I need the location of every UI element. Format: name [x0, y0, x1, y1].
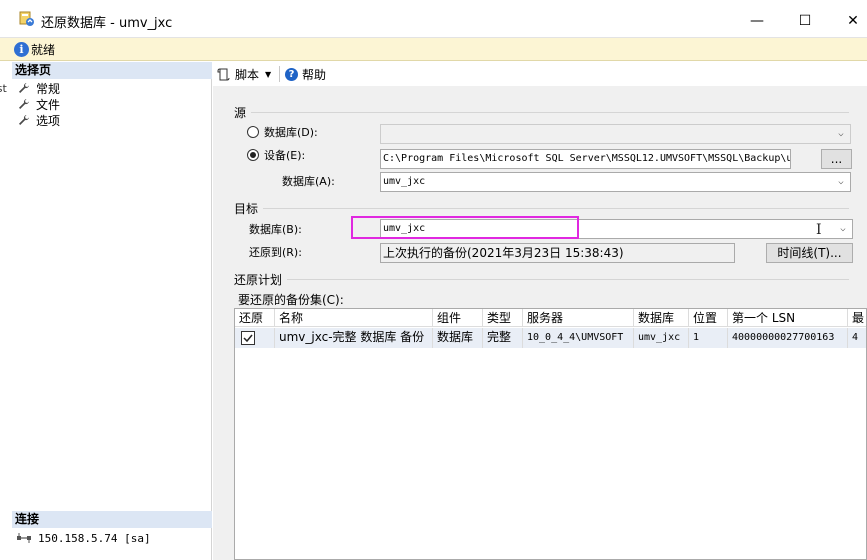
restore-to-label: 还原到(R): — [249, 246, 302, 259]
help-label: 帮助 — [302, 68, 327, 82]
restore-plan-group-line — [287, 279, 849, 280]
restore-checkbox[interactable] — [241, 331, 255, 345]
page-item-general[interactable]: 常规 — [18, 80, 60, 96]
source-database-combo: ⌵ — [380, 124, 851, 144]
browse-button[interactable]: ... — [821, 149, 852, 169]
destination-group-line — [263, 208, 849, 209]
device-path-field[interactable]: C:\Program Files\Microsoft SQL Server\MS… — [380, 149, 791, 169]
source-database-select[interactable]: umv_jxc ⌵ — [380, 172, 851, 192]
last-lsn-cell: 4 — [852, 332, 859, 343]
name-cell: umv_jxc-完整 数据库 备份 — [275, 328, 433, 348]
toolbar-separator — [279, 66, 280, 82]
source-group-line — [251, 112, 849, 113]
script-label: 脚本 — [235, 68, 260, 82]
maximize-button[interactable]: ☐ — [782, 6, 828, 36]
toolbar: 脚本 ▼ ? 帮助 — [213, 62, 867, 86]
left-edge-strip: est — [0, 62, 12, 560]
page-item-options[interactable]: 选项 — [18, 112, 60, 128]
pages-header: 选择页 — [12, 62, 212, 79]
text-cursor-icon: I — [816, 222, 822, 238]
source-database-radio-label: 数据库(D): — [264, 126, 318, 139]
column-header-component[interactable]: 组件 — [433, 309, 483, 326]
info-icon: i — [14, 42, 29, 57]
first-lsn-cell: 40000000027700163 — [728, 328, 848, 348]
source-database-radio[interactable] — [247, 126, 259, 138]
script-button[interactable]: 脚本 ▼ — [217, 66, 271, 83]
table-row[interactable]: umv_jxc-完整 数据库 备份 数据库 完整 10_0_4_4\UMVSOF… — [235, 328, 866, 348]
column-header-first-lsn[interactable]: 第一个 LSN — [728, 309, 848, 326]
database-cell: umv_jxc — [634, 328, 689, 348]
position-cell: 1 — [689, 328, 728, 348]
wrench-icon — [19, 115, 29, 125]
connection-item[interactable]: 150.158.5.74 [sa] — [16, 531, 151, 545]
destination-group-label: 目标 — [234, 202, 259, 216]
page-item-label: 文件 — [36, 97, 61, 112]
connection-icon — [17, 533, 31, 543]
column-header-position[interactable]: 位置 — [689, 309, 728, 326]
chevron-down-icon: ⌵ — [840, 224, 846, 234]
main-content: 脚本 ▼ ? 帮助 源 数据库(D): ⌵ 设备(E): C:\Program … — [213, 62, 867, 560]
backup-sets-label: 要还原的备份集(C): — [238, 293, 344, 307]
source-database-label: 数据库(A): — [282, 175, 335, 188]
column-header-restore[interactable]: 还原 — [235, 309, 275, 326]
source-group-label: 源 — [234, 106, 247, 120]
component-cell: 数据库 — [433, 328, 483, 348]
select-page-pane: 选择页 常规 文件 选项 连接 150.158.5.74 [sa] — [12, 62, 212, 560]
status-bar: i 就绪 — [0, 38, 867, 61]
connection-header: 连接 — [12, 511, 212, 528]
column-header-type[interactable]: 类型 — [483, 309, 523, 326]
chevron-down-icon: ⌵ — [838, 129, 844, 139]
backup-sets-grid[interactable]: 还原 名称 组件 类型 服务器 数据库 位置 第一个 LSN 最 umv_jxc… — [234, 308, 867, 560]
destination-database-label: 数据库(B): — [249, 223, 302, 236]
source-device-radio-label: 设备(E): — [264, 149, 306, 162]
chevron-down-icon: ⌵ — [838, 177, 844, 187]
source-device-radio[interactable] — [247, 149, 259, 161]
annotation-highlight-box — [351, 216, 579, 239]
window-title: 还原数据库 - umv_jxc — [41, 16, 173, 31]
script-icon — [217, 68, 230, 80]
timeline-button[interactable]: 时间线(T)... — [766, 243, 853, 263]
server-cell: 10_0_4_4\UMVSOFT — [523, 328, 634, 348]
column-header-last-lsn[interactable]: 最 — [848, 309, 866, 326]
left-edge-text: est — [0, 82, 7, 95]
help-icon: ? — [285, 68, 298, 81]
restore-database-icon — [19, 11, 34, 26]
source-database-value: umv_jxc — [383, 176, 426, 187]
restore-plan-group-label: 还原计划 — [234, 273, 283, 287]
page-item-label: 选项 — [36, 113, 61, 128]
close-button[interactable]: ✕ — [830, 6, 867, 36]
chevron-down-icon[interactable]: ▼ — [265, 70, 271, 79]
column-header-database[interactable]: 数据库 — [634, 309, 689, 326]
wrench-icon — [19, 99, 29, 109]
title-bar: 还原数据库 - umv_jxc — ☐ ✕ — [0, 0, 867, 38]
restore-to-field: 上次执行的备份(2021年3月23日 15:38:43) — [380, 243, 735, 263]
check-icon — [243, 334, 253, 343]
page-item-files[interactable]: 文件 — [18, 96, 60, 112]
grid-header-row: 还原 名称 组件 类型 服务器 数据库 位置 第一个 LSN 最 — [235, 309, 866, 327]
page-item-label: 常规 — [36, 81, 61, 96]
restore-cell — [235, 328, 275, 348]
column-header-server[interactable]: 服务器 — [523, 309, 634, 326]
status-text: 就绪 — [31, 43, 56, 57]
connection-text: 150.158.5.74 [sa] — [38, 531, 151, 545]
type-cell: 完整 — [483, 328, 523, 348]
wrench-icon — [19, 83, 29, 93]
column-header-name[interactable]: 名称 — [275, 309, 433, 326]
minimize-button[interactable]: — — [734, 6, 780, 36]
help-button[interactable]: ? 帮助 — [285, 66, 326, 83]
